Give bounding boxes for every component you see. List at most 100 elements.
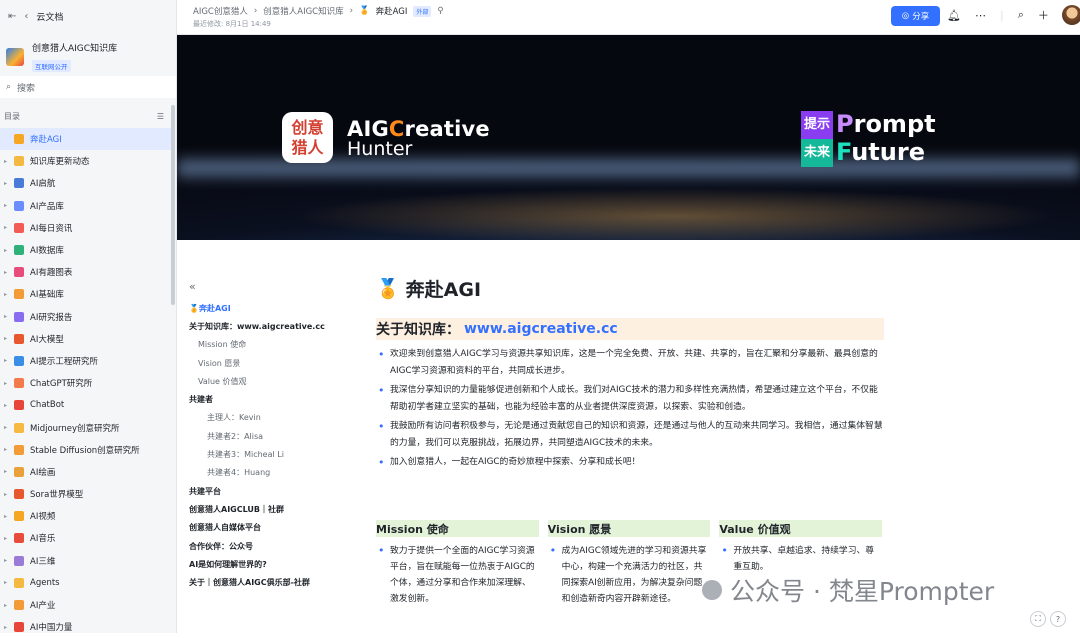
expand-caret-icon[interactable]: ▸ (4, 402, 14, 409)
outline-item[interactable]: 共建者 (189, 390, 349, 408)
outline-item[interactable]: 关于｜创意猎人AIGC俱乐部-社群 (189, 573, 349, 591)
sidebar-item[interactable]: 奔赴AGI (0, 128, 172, 151)
outline-item[interactable]: 创意猎人AIGCLUB｜社群 (189, 500, 349, 518)
sidebar-item[interactable]: ▸ AI视频 (0, 505, 176, 527)
sidebar-item[interactable]: ▸ ChatGPT研究所 (0, 372, 176, 394)
sidebar-item-label: AI产业 (30, 601, 56, 612)
outline-item[interactable]: Value 价值观 (189, 372, 349, 390)
expand-caret-icon[interactable]: ▸ (4, 380, 14, 387)
sidebar-item[interactable]: ▸ AI启航 (0, 172, 176, 194)
page-emoji-icon (14, 378, 24, 389)
search-icon: ⌕ (6, 82, 12, 92)
doc-header: AIGC创意猎人 › 创意猎人AIGC知识库 › 🏅 奔赴AGI 外部 ⚲ 最近… (177, 0, 1080, 35)
logo-text: 猎人 (291, 138, 324, 157)
sidebar-item[interactable]: ▸ Sora世界模型 (0, 483, 176, 505)
expand-caret-icon[interactable]: ▸ (4, 535, 14, 542)
sidebar-item[interactable]: ▸ Midjourney创意研究所 (0, 416, 176, 438)
sidebar-item[interactable]: ▸ AI产业 (0, 594, 176, 616)
breadcrumb-item[interactable]: AIGC创意猎人 (193, 5, 248, 17)
sidebar-item-label: 知识库更新动态 (30, 157, 90, 168)
collapse-sidebar-icon[interactable]: ⇤ (8, 11, 16, 22)
knowledge-base-header[interactable]: 创意猎人AIGC知识库 互联网公开 (0, 32, 176, 72)
outline-item[interactable]: 🏅 奔赴AGI (189, 299, 349, 317)
share-label: 分享 (912, 12, 930, 22)
expand-caret-icon[interactable]: ▸ (4, 335, 14, 342)
outline-item[interactable]: 主理人：Kevin (189, 409, 349, 427)
expand-caret-icon[interactable]: ▸ (4, 557, 14, 564)
breadcrumb-item[interactable]: 创意猎人AIGC知识库 (263, 5, 343, 17)
site-link[interactable]: www.aigcreative.cc (464, 321, 618, 337)
sidebar-item[interactable]: ▸ AI研究报告 (0, 306, 176, 328)
expand-caret-icon[interactable]: ▸ (4, 357, 14, 364)
outline-item[interactable]: 共建平台 (189, 482, 349, 500)
breadcrumb-current[interactable]: 奔赴AGI (376, 5, 408, 17)
sidebar-item[interactable]: ▸ AI大模型 (0, 328, 176, 350)
page-emoji-icon (14, 400, 24, 411)
expand-caret-icon[interactable]: ▸ (4, 468, 14, 475)
outline-item[interactable]: 共建者2：Alisa (189, 427, 349, 445)
expand-caret-icon[interactable]: ▸ (4, 602, 14, 609)
sidebar-item[interactable]: ▸ AI有趣图表 (0, 261, 176, 283)
outline-item[interactable]: 关于知识库：www.aigcreative.cc (189, 317, 349, 335)
sidebar-item[interactable]: ▸ AI数据库 (0, 239, 176, 261)
sidebar-item[interactable]: ▸ Stable Diffusion创意研究所 (0, 439, 176, 461)
pin-icon[interactable]: ⚲ (437, 6, 443, 16)
outline-item[interactable]: 共建者4：Huang (189, 464, 349, 482)
sidebar-item[interactable]: ▸ AI绘画 (0, 461, 176, 483)
sidebar-item[interactable]: ▸ AI基础库 (0, 283, 176, 305)
outline-item[interactable]: 共建者3：Micheal Li (189, 445, 349, 463)
cover-banner: 创意 猎人 AIGCreative Hunter 提示 Prompt 未来 Futur… (177, 35, 1080, 240)
outline-item[interactable]: Mission 使命 (189, 336, 349, 354)
expand-caret-icon[interactable]: ▸ (4, 202, 14, 209)
sidebar-item[interactable]: ▸ AI三维 (0, 550, 176, 572)
expand-caret-icon[interactable]: ▸ (4, 624, 14, 631)
outline-item[interactable]: AI是如何理解世界的? (189, 555, 349, 573)
expand-caret-icon[interactable]: ▸ (4, 579, 14, 586)
expand-caret-icon[interactable]: ▸ (4, 446, 14, 453)
sidebar-top: ⇤ ‹ 云文档 (0, 0, 176, 32)
sidebar-scrollbar[interactable] (171, 105, 175, 305)
expand-caret-icon[interactable]: ▸ (4, 158, 14, 165)
page-title: 🏅 奔赴AGI (376, 270, 884, 306)
sidebar-item[interactable]: ▸ AI音乐 (0, 527, 176, 549)
plus-icon[interactable]: ＋ (1038, 7, 1049, 23)
expand-caret-icon[interactable]: ▸ (4, 269, 14, 276)
outline-item[interactable]: Vision 愿景 (189, 354, 349, 372)
search-icon[interactable]: ⌕ (1018, 8, 1024, 22)
more-icon[interactable]: ⋯ (975, 9, 986, 22)
document-outline: « 🏅 奔赴AGI 关于知识库：www.aigcreative.cc Mission… (189, 280, 349, 592)
sidebar-item[interactable]: ▸ Agents (0, 572, 176, 594)
list-settings-icon[interactable]: ☰ (157, 112, 164, 121)
sidebar-item-label: AI启航 (30, 179, 56, 190)
expand-caret-icon[interactable]: ▸ (4, 424, 14, 431)
expand-caret-icon[interactable]: ▸ (4, 291, 14, 298)
search-input[interactable]: ⌕ 搜索 (0, 76, 176, 98)
expand-icon[interactable]: ⛶ (1030, 611, 1046, 627)
expand-caret-icon[interactable]: ▸ (4, 491, 14, 498)
chevron-left-icon[interactable]: ‹ (24, 11, 28, 22)
sidebar-item[interactable]: ▸ AI提示工程研究所 (0, 350, 176, 372)
sidebar-item-label: AI基础库 (30, 290, 64, 301)
expand-caret-icon[interactable]: ▸ (4, 513, 14, 520)
outline-item[interactable]: 合作伙伴：公众号 (189, 537, 349, 555)
expand-caret-icon[interactable]: ▸ (4, 247, 14, 254)
help-icon[interactable]: ? (1050, 611, 1066, 627)
share-button[interactable]: ◎ 分享 (891, 6, 940, 26)
expand-caret-icon[interactable]: ▸ (4, 180, 14, 187)
bell-icon[interactable]: 🔔︎ (947, 9, 961, 22)
avatar[interactable] (1062, 5, 1080, 25)
back-link[interactable]: 云文档 (36, 10, 63, 23)
kb-logo (6, 48, 24, 66)
sidebar-item[interactable]: ▸ ChatBot (0, 394, 176, 416)
collapse-outline-icon[interactable]: « (189, 280, 349, 293)
slogan-letter: P (836, 110, 854, 138)
sidebar-item[interactable]: ▸ AI中国力量 (0, 616, 176, 638)
sidebar-item[interactable]: ▸ AI产品库 (0, 195, 176, 217)
expand-caret-icon[interactable]: ▸ (4, 224, 14, 231)
expand-caret-icon[interactable]: ▸ (4, 313, 14, 320)
sidebar-item-label: AI提示工程研究所 (30, 356, 98, 367)
sidebar-item[interactable]: ▸ AI每日资讯 (0, 217, 176, 239)
sidebar-item[interactable]: ▸ 知识库更新动态 (0, 150, 176, 172)
globe-icon: ◎ (901, 11, 910, 21)
outline-item[interactable]: 创意猎人自媒体平台 (189, 519, 349, 537)
